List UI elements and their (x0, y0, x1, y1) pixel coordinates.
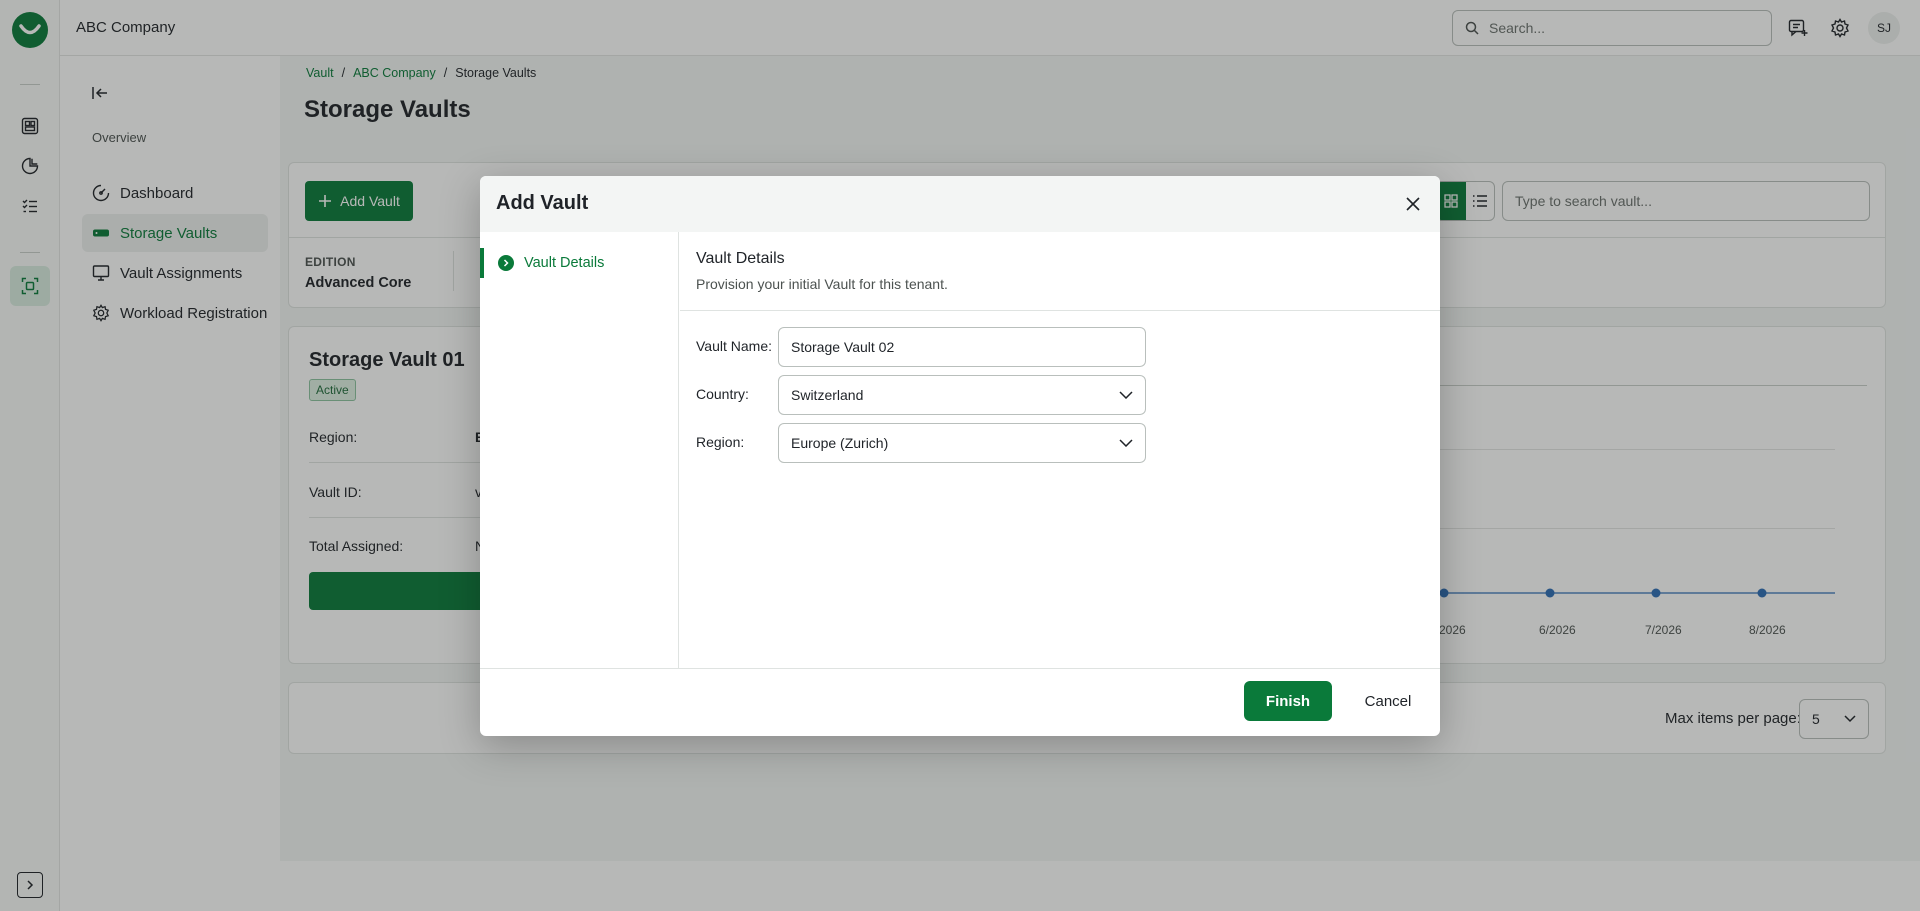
chevron-down-icon (1119, 439, 1133, 447)
country-label: Country: (696, 386, 749, 402)
active-step-indicator (480, 248, 484, 278)
chevron-down-icon (1119, 391, 1133, 399)
dialog-footer: Finish Cancel (480, 668, 1440, 736)
country-value: Switzerland (791, 387, 864, 403)
add-vault-dialog: Add Vault Vault Details Vault Details Pr… (480, 176, 1440, 736)
vault-name-label: Vault Name: (696, 338, 772, 354)
dialog-header: Add Vault (480, 176, 1440, 232)
wizard-step-label: Vault Details (524, 255, 605, 271)
vault-name-input[interactable]: Storage Vault 02 (778, 327, 1146, 367)
close-icon[interactable] (1403, 194, 1423, 214)
wizard-steps: Vault Details (480, 232, 679, 668)
region-select[interactable]: Europe (Zurich) (778, 423, 1146, 463)
section-subtitle: Provision your initial Vault for this te… (696, 276, 948, 292)
step-chevron-icon (498, 255, 514, 271)
finish-button[interactable]: Finish (1244, 681, 1332, 721)
section-title: Vault Details (696, 250, 785, 267)
cancel-button[interactable]: Cancel (1350, 681, 1426, 721)
dialog-content: Vault Details Provision your initial Vau… (680, 232, 1440, 668)
section-divider (680, 310, 1440, 311)
region-value: Europe (Zurich) (791, 435, 889, 451)
dialog-title: Add Vault (496, 192, 589, 214)
vault-name-value: Storage Vault 02 (791, 339, 895, 355)
country-select[interactable]: Switzerland (778, 375, 1146, 415)
wizard-step-vault-details[interactable]: Vault Details (480, 248, 679, 278)
region-label: Region: (696, 434, 745, 450)
